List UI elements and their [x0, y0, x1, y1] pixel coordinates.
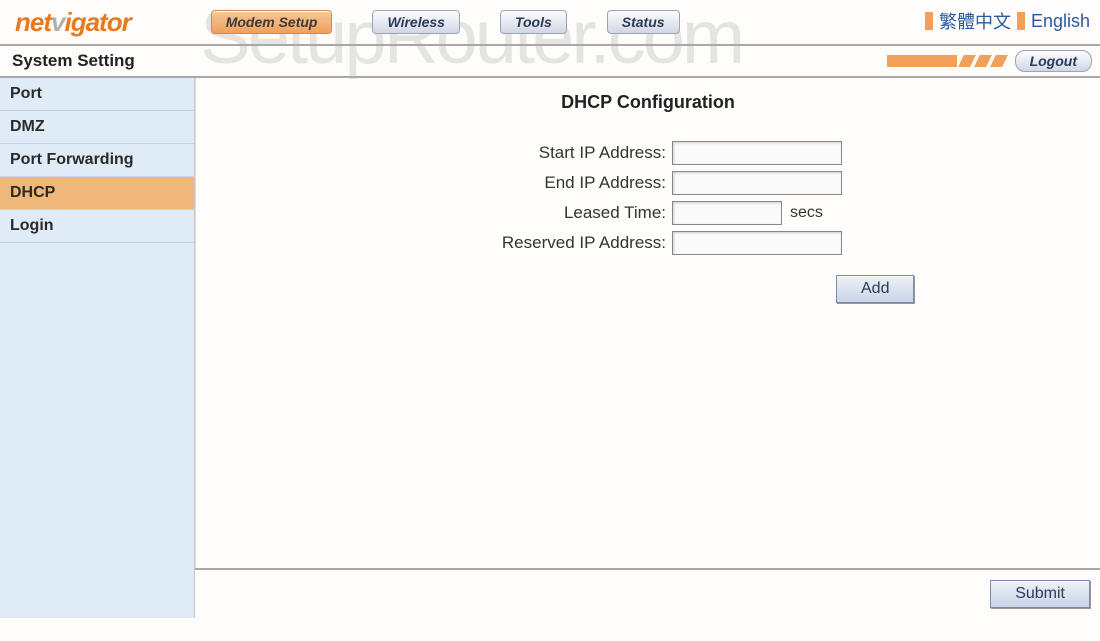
label-end-ip: End IP Address: — [216, 173, 672, 193]
sidebar-item-port[interactable]: Port — [0, 78, 194, 111]
unit-secs: secs — [790, 204, 823, 222]
decor-slash-icon — [990, 55, 1008, 67]
row-leased-time: Leased Time: secs — [216, 201, 1080, 225]
add-row: Add — [216, 275, 1080, 303]
language-switcher: 繁體中文 English — [925, 8, 1090, 34]
tab-modem-setup[interactable]: Modem Setup — [211, 10, 333, 34]
submit-button[interactable]: Submit — [990, 580, 1090, 608]
input-reserved-ip[interactable] — [672, 231, 842, 255]
row-reserved-ip: Reserved IP Address: — [216, 231, 1080, 255]
row-end-ip: End IP Address: — [216, 171, 1080, 195]
label-start-ip: Start IP Address: — [216, 143, 672, 163]
input-leased-time[interactable] — [672, 201, 782, 225]
main-tabs: Modem Setup Wireless Tools Status — [211, 10, 680, 34]
subheader-right: Logout — [887, 50, 1092, 72]
sidebar-item-dhcp[interactable]: DHCP — [0, 177, 194, 210]
sidebar-item-login[interactable]: Login — [0, 210, 194, 243]
sidebar-item-port-forwarding[interactable]: Port Forwarding — [0, 144, 194, 177]
add-button[interactable]: Add — [836, 275, 914, 303]
sidebar: Port DMZ Port Forwarding DHCP Login — [0, 78, 195, 618]
decor-slash-icon — [958, 55, 976, 67]
lang-english[interactable]: English — [1031, 11, 1090, 32]
logo: netvigator — [15, 7, 131, 38]
tab-tools[interactable]: Tools — [500, 10, 567, 34]
decor-slash-icon — [974, 55, 992, 67]
row-start-ip: Start IP Address: — [216, 141, 1080, 165]
input-end-ip[interactable] — [672, 171, 842, 195]
logo-part-v: v — [51, 7, 64, 37]
tab-status[interactable]: Status — [607, 10, 680, 34]
subheader: System Setting Logout — [0, 44, 1100, 78]
lang-marker-icon — [1017, 12, 1025, 30]
body: Port DMZ Port Forwarding DHCP Login DHCP… — [0, 78, 1100, 618]
main-panel: DHCP Configuration Start IP Address: End… — [195, 78, 1100, 618]
logout-button[interactable]: Logout — [1015, 50, 1092, 72]
sidebar-item-dmz[interactable]: DMZ — [0, 111, 194, 144]
section-title: System Setting — [8, 51, 135, 71]
decor-bar-icon — [887, 55, 957, 67]
footer: Submit — [195, 568, 1100, 618]
logo-part-igator: igator — [64, 7, 130, 37]
label-leased-time: Leased Time: — [216, 203, 672, 223]
header: netvigator Modem Setup Wireless Tools St… — [0, 0, 1100, 44]
lang-marker-icon — [925, 12, 933, 30]
label-reserved-ip: Reserved IP Address: — [216, 233, 672, 253]
input-start-ip[interactable] — [672, 141, 842, 165]
tab-wireless[interactable]: Wireless — [372, 10, 459, 34]
logo-part-net: net — [15, 7, 51, 37]
page-title: DHCP Configuration — [216, 92, 1080, 113]
lang-chinese[interactable]: 繁體中文 — [939, 8, 1011, 34]
